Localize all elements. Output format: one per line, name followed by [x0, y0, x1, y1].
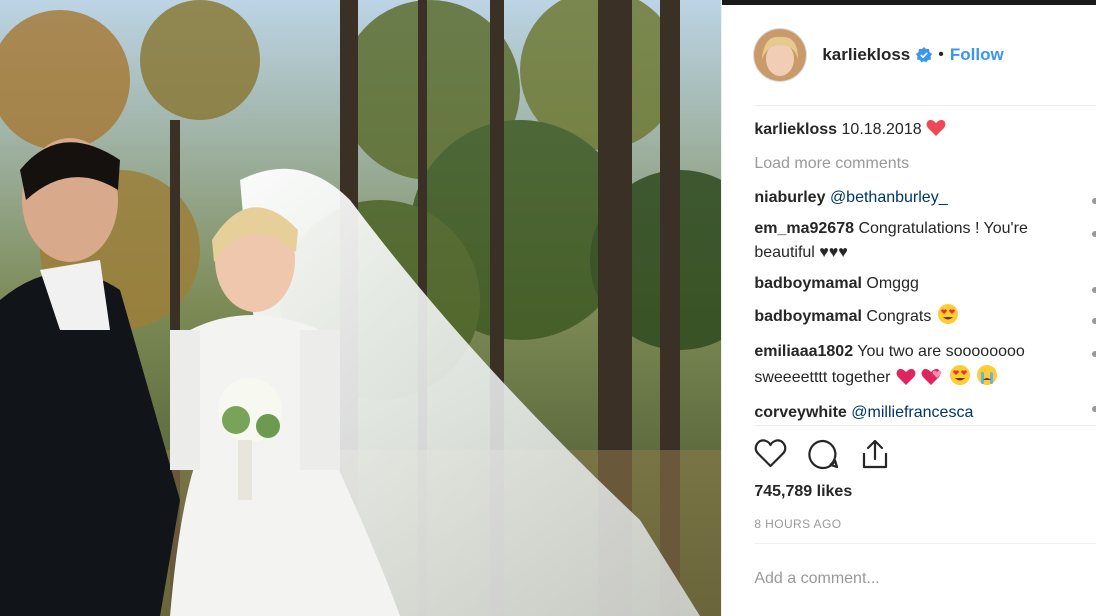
comment-options-edge-icon[interactable]	[1092, 318, 1096, 324]
post-photo[interactable]	[0, 0, 722, 616]
avatar[interactable]	[754, 29, 807, 81]
top-edge-bar	[722, 0, 1096, 5]
comment-item: em_ma92678 Congratulations ! You're beau…	[754, 217, 1084, 265]
comment-item: badboymamal Omggg	[754, 272, 1084, 296]
comment-username[interactable]: badboymamal	[754, 275, 862, 292]
action-bar	[754, 438, 890, 470]
comment-options-edge-icon[interactable]	[1092, 198, 1096, 204]
comment-username[interactable]: niaburley	[754, 189, 825, 206]
comment-username[interactable]: em_ma92678	[754, 220, 854, 237]
like-count[interactable]: 745,789 likes	[754, 483, 852, 501]
follow-button[interactable]: Follow	[950, 45, 1004, 65]
wedding-photo-illustration	[0, 0, 722, 616]
post-header: karliekloss • Follow	[754, 28, 1004, 82]
caption: karliekloss 10.18.2018	[754, 118, 1084, 145]
comment-options-edge-icon[interactable]	[1092, 351, 1096, 357]
post-sidebar: karliekloss • Follow karliekloss 10.18.2…	[721, 0, 1096, 616]
load-more-comments[interactable]: Load more comments	[754, 152, 1084, 176]
comment-username[interactable]: corveywhite	[754, 404, 846, 421]
share-upload-icon[interactable]	[860, 438, 890, 470]
heart-eyes-emoji-icon	[937, 303, 959, 333]
comment-bubble-icon[interactable]	[807, 438, 840, 470]
comment-item: emiliaaa1802 You two are soooooooo sweee…	[754, 340, 1084, 394]
divider	[754, 105, 1096, 106]
comment-username[interactable]: emiliaaa1802	[754, 343, 853, 360]
mention-link[interactable]: @bethanburley_	[830, 189, 948, 206]
divider	[754, 543, 1096, 544]
comment-options-edge-icon[interactable]	[1092, 231, 1096, 237]
heart-emoji-icon	[926, 119, 946, 145]
two-hearts-emoji-icon	[921, 368, 943, 394]
heart-emoji-icon	[896, 368, 916, 394]
comment-item: badboymamal Congrats	[754, 303, 1084, 333]
add-comment-input[interactable]	[754, 566, 1085, 592]
comment-options-edge-icon[interactable]	[1092, 287, 1096, 293]
comment-username[interactable]: badboymamal	[754, 308, 862, 325]
comments-list: karliekloss 10.18.2018 Load more comment…	[754, 118, 1084, 432]
separator-dot: •	[938, 46, 944, 63]
instagram-post: karliekloss • Follow karliekloss 10.18.2…	[0, 0, 1096, 616]
comment-options-edge-icon[interactable]	[1092, 406, 1096, 412]
username[interactable]: karliekloss	[822, 45, 910, 65]
comment-item: corveywhite @milliefrancesca	[754, 401, 1084, 425]
mention-link[interactable]: @milliefrancesca	[851, 404, 973, 421]
like-heart-icon[interactable]	[754, 438, 787, 470]
comment-text: Congrats	[866, 308, 932, 325]
divider	[754, 425, 1096, 426]
caption-text: 10.18.2018	[841, 121, 922, 138]
verified-badge-icon	[916, 47, 933, 63]
comment-text: Omggg	[866, 275, 919, 292]
heart-eyes-emoji-icon	[949, 364, 971, 394]
comment-item: niaburley @bethanburley_	[754, 186, 1084, 210]
post-timestamp[interactable]: 8 HOURS AGO	[754, 517, 841, 531]
crying-emoji-icon	[976, 364, 998, 394]
comment-username[interactable]: karliekloss	[754, 121, 837, 138]
